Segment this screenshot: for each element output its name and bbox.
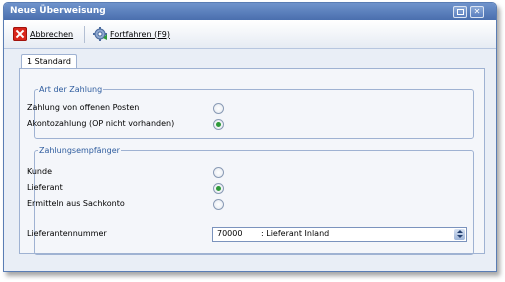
option-supplier-label: Lieferant	[27, 183, 63, 192]
continue-label: Fortfahren (F9)	[110, 29, 171, 39]
supplier-number-value: 70000	[217, 229, 243, 238]
continue-button[interactable]: Fortfahren (F9)	[92, 26, 170, 42]
transfer-dialog: Neue Überweisung ✕ Abbrechen Fortfahren …	[3, 2, 497, 272]
option-customer-label: Kunde	[27, 167, 52, 176]
cancel-label: Abbrechen	[30, 29, 74, 39]
option-advance-label: Akontozahlung (OP nicht vorhanden)	[27, 119, 175, 128]
tab-standard[interactable]: 1 Standard	[21, 54, 77, 69]
toolbar-separator	[84, 26, 85, 43]
recipient-legend: Zahlungsempfänger	[39, 146, 120, 155]
window-title: Neue Überweisung	[10, 6, 106, 16]
spin-arrows-icon[interactable]	[454, 229, 465, 240]
close-button[interactable]: ✕	[470, 6, 484, 18]
supplier-number-field[interactable]: 70000 : Lieferant Inland	[212, 227, 467, 242]
option-open-items-label: Zahlung von offenen Posten	[27, 103, 140, 112]
option-customer-radio[interactable]	[213, 167, 224, 178]
option-supplier-radio[interactable]	[213, 183, 224, 194]
option-advance-radio[interactable]	[213, 119, 224, 130]
restore-button[interactable]	[453, 6, 467, 18]
supplier-number-label: Lieferantennummer	[27, 229, 107, 238]
toolbar: Abbrechen Fortfahren (F9)	[4, 20, 496, 49]
gear-icon	[93, 27, 107, 41]
option-open-items-radio[interactable]	[213, 103, 224, 114]
cancel-icon	[13, 27, 27, 41]
close-icon: ✕	[473, 7, 481, 16]
payment-type-legend: Art der Zahlung	[39, 85, 103, 94]
option-ledger-label: Ermitteln aus Sachkonto	[27, 199, 125, 208]
payment-type-group: Art der Zahlung	[34, 85, 474, 139]
cancel-button[interactable]: Abbrechen	[13, 26, 73, 42]
option-ledger-radio[interactable]	[213, 199, 224, 210]
supplier-number-description: : Lieferant Inland	[261, 229, 330, 238]
title-bar: Neue Überweisung ✕	[4, 3, 496, 20]
